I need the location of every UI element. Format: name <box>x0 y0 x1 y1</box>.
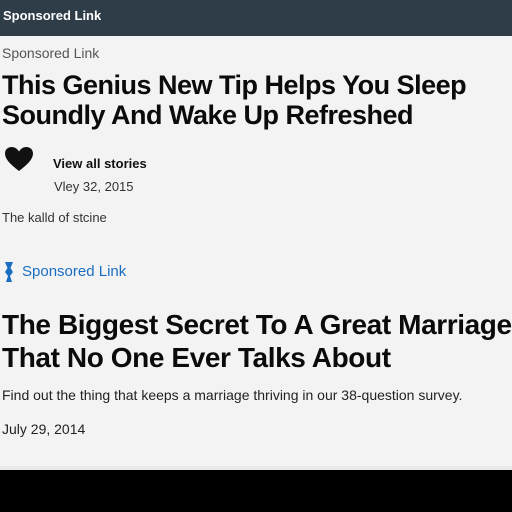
bookmark-icon <box>5 262 13 282</box>
feed-content: Sponsored Link This Genius New Tip Helps… <box>0 36 512 468</box>
ad2-sponsored-link[interactable]: Sponsored Link <box>22 263 126 280</box>
ad1-caption: The kalld of stcine <box>2 210 107 225</box>
bottom-divider <box>0 466 512 470</box>
ad1-date: Vley 32, 2015 <box>54 179 134 194</box>
heart-icon[interactable] <box>4 146 34 172</box>
ad1-sponsored-label: Sponsored Link <box>2 45 100 61</box>
ad2-headline-link[interactable]: The Biggest Secret To A Great Marriage T… <box>2 308 512 374</box>
ad2-description: Find out the thing that keeps a marriage… <box>2 387 463 403</box>
view-all-stories-link[interactable]: View all stories <box>53 156 147 171</box>
ad2-date: July 29, 2014 <box>2 421 86 437</box>
topbar-sponsored-label: Sponsored Link <box>3 8 102 23</box>
top-bar: Sponsored Link <box>0 0 512 36</box>
ad1-headline-link[interactable]: This Genius New Tip Helps You Sleep Soun… <box>2 70 512 130</box>
